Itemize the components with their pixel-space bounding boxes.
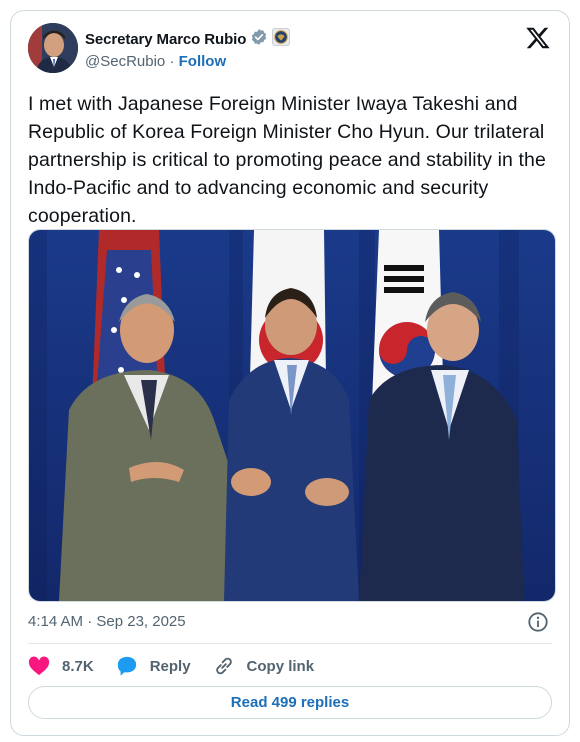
read-replies-button[interactable]: Read 499 replies (28, 686, 552, 719)
author-handle-row: @SecRubio · Follow (85, 53, 226, 70)
heart-icon (28, 656, 50, 676)
reply-bubble-icon (117, 656, 136, 676)
copy-link-button[interactable]: Copy link (213, 655, 315, 677)
like-button[interactable]: 8.7K (28, 656, 94, 676)
x-logo-icon[interactable] (525, 25, 551, 51)
post-photo[interactable] (28, 229, 556, 602)
follow-link[interactable]: Follow (179, 53, 227, 70)
handle-separator: · (169, 53, 175, 70)
copy-link-label: Copy link (246, 657, 315, 675)
divider (28, 643, 552, 644)
author-handle[interactable]: @SecRubio (85, 53, 165, 70)
author-name[interactable]: Secretary Marco Rubio (85, 31, 246, 48)
reply-button[interactable]: Reply (116, 655, 191, 677)
post-timestamp[interactable]: 4:14 AM · Sep 23, 2025 (28, 613, 186, 630)
reply-label: Reply (149, 657, 191, 675)
link-icon (215, 657, 232, 675)
action-bar: 8.7K Reply Copy link (28, 654, 336, 678)
verified-badge-icon (250, 28, 268, 51)
like-count: 8.7K (62, 657, 94, 675)
avatar[interactable] (28, 23, 78, 73)
embedded-post-card: Secretary Marco Rubio @SecRubio · Follow… (10, 10, 570, 736)
post-text: I met with Japanese Foreign Minister Iwa… (28, 93, 546, 227)
author-name-row: Secretary Marco Rubio (85, 28, 291, 51)
info-icon[interactable] (527, 611, 549, 633)
state-department-seal-icon (272, 28, 291, 51)
